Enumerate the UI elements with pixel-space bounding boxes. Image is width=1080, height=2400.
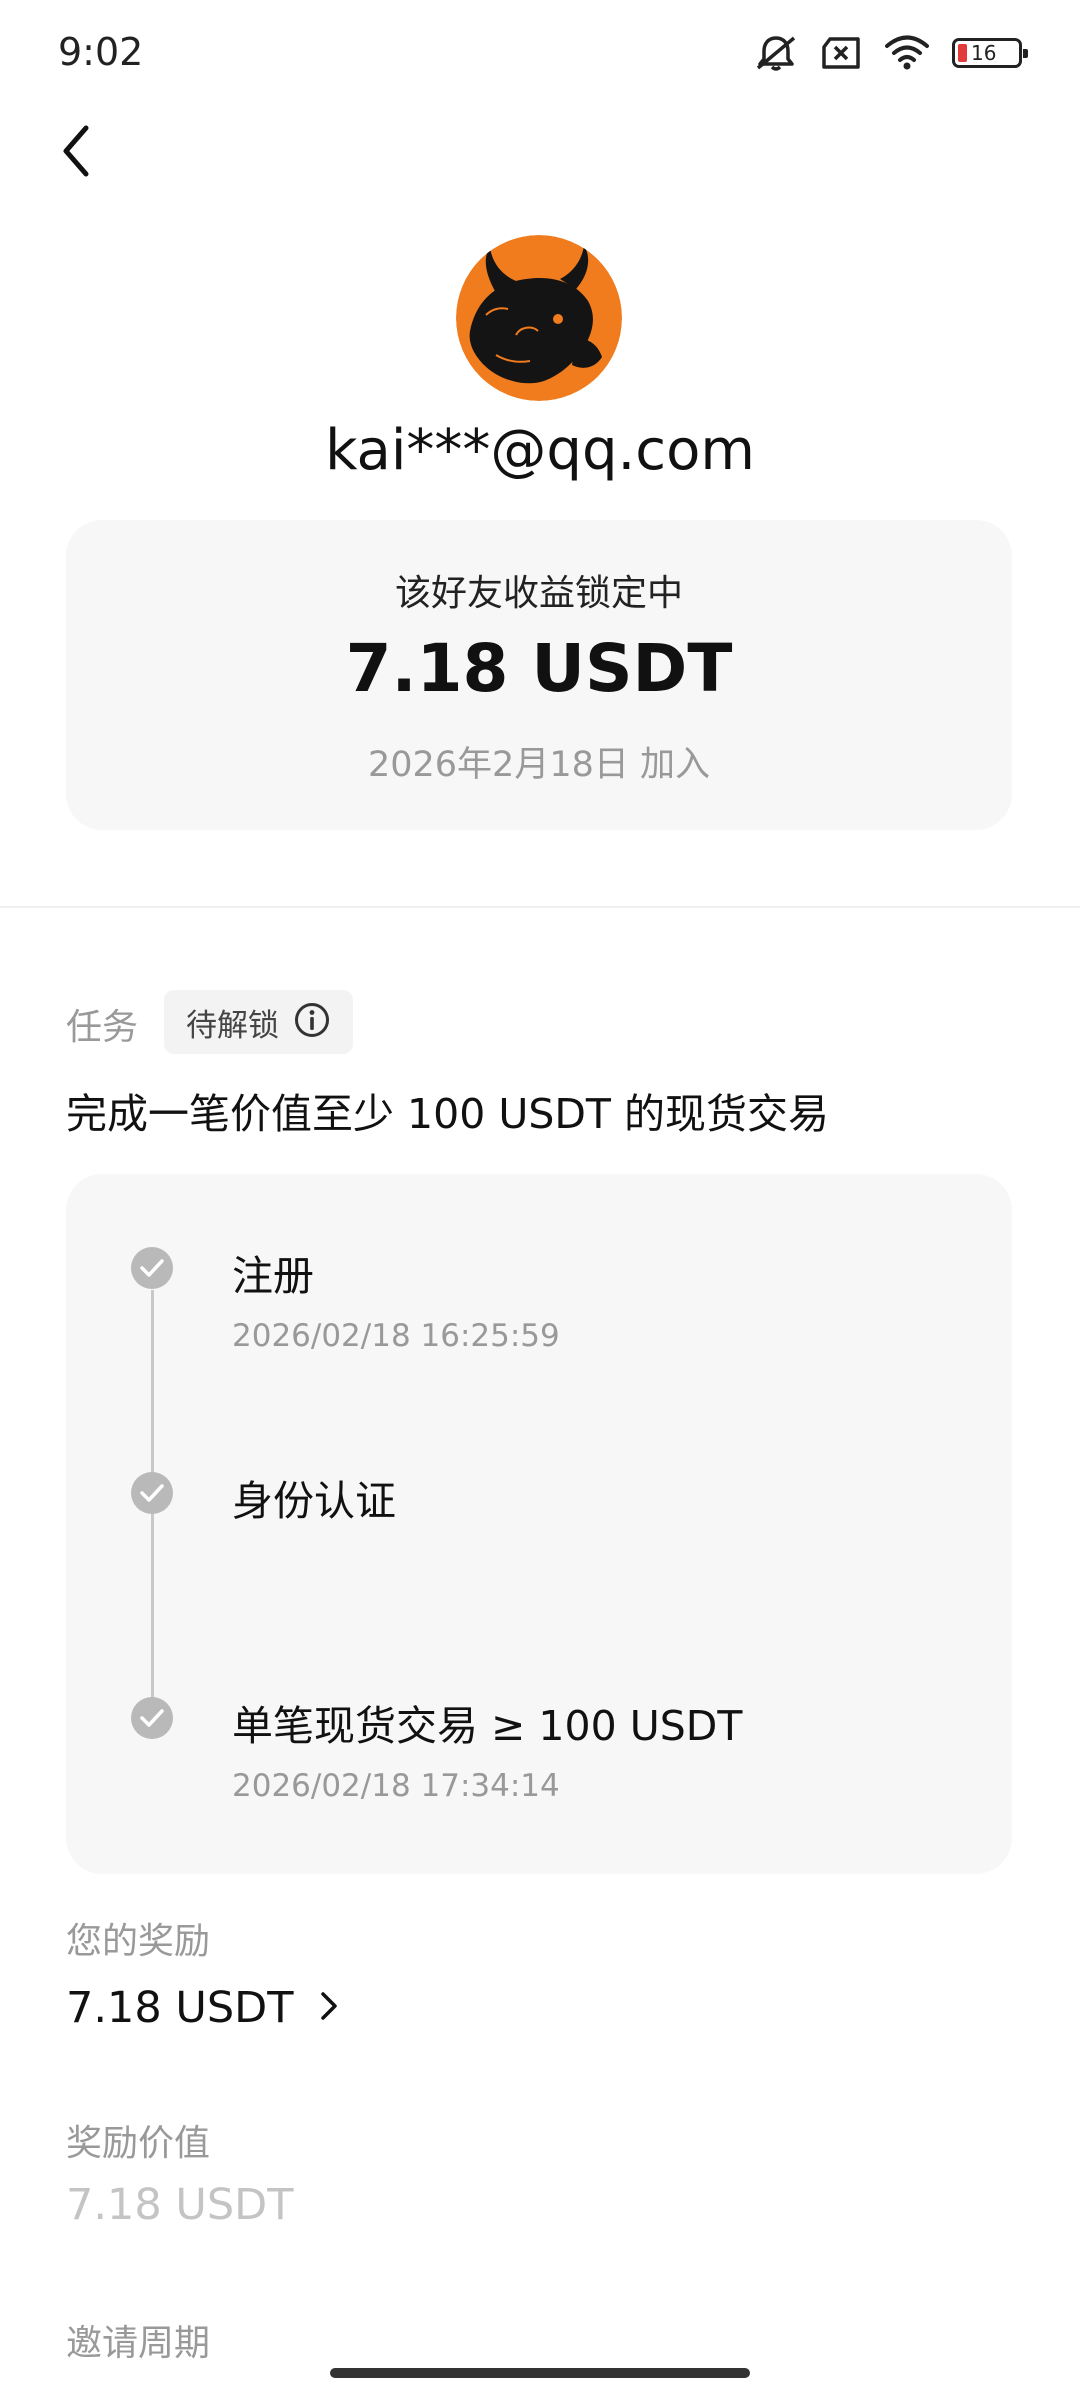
no-sim-icon: [820, 35, 862, 71]
task-label: 任务: [66, 1007, 139, 1048]
status-badge-text: 待解锁: [186, 1007, 279, 1044]
status-badge[interactable]: 待解锁: [164, 990, 353, 1054]
step-title-spot-trade: 单笔现货交易 ≥ 100 USDT: [232, 1702, 743, 1750]
battery-fill: [958, 44, 967, 62]
status-bar: 9:02 16: [0, 0, 1080, 110]
section-divider: [0, 906, 1080, 908]
step-title-identity: 身份认证: [232, 1477, 396, 1525]
reward-value-amount: 7.18 USDT: [66, 2180, 294, 2230]
check-icon: [131, 1472, 173, 1514]
mute-icon: [754, 34, 798, 72]
battery-level: 16: [971, 41, 997, 65]
reward-value-label: 奖励价值: [66, 2123, 211, 2164]
avatar: [456, 235, 622, 401]
earnings-locked-label: 该好友收益锁定中: [394, 573, 683, 614]
reward-label: 您的奖励: [66, 1921, 211, 1962]
check-icon: [131, 1247, 173, 1289]
check-icon: [131, 1697, 173, 1739]
back-button[interactable]: [60, 118, 120, 188]
wifi-icon: [884, 35, 930, 71]
reward-value: 7.18 USDT: [66, 1983, 294, 2033]
chevron-right-icon: [320, 1991, 338, 2025]
home-indicator[interactable]: [330, 2368, 750, 2378]
chevron-left-icon: [60, 124, 92, 182]
earnings-summary-card: 该好友收益锁定中 7.18 USDT 2026年2月18日 加入: [66, 520, 1012, 830]
info-icon[interactable]: [293, 1001, 331, 1043]
join-date: 2026年2月18日 加入: [367, 745, 710, 785]
battery-icon: 16: [952, 38, 1028, 68]
step-title-register: 注册: [232, 1252, 314, 1300]
reward-link[interactable]: 7.18 USDT: [66, 1976, 338, 2040]
status-time: 9:02: [58, 30, 144, 74]
status-icons: 16: [754, 34, 1028, 72]
friend-email: kai***@qq.com: [325, 418, 755, 483]
task-description: 完成一笔价值至少 100 USDT 的现货交易: [66, 1090, 830, 1138]
step-time-spot-trade: 2026/02/18 17:34:14: [232, 1768, 560, 1804]
invite-period-label: 邀请周期: [66, 2323, 211, 2364]
earnings-amount: 7.18 USDT: [345, 630, 733, 707]
step-time-register: 2026/02/18 16:25:59: [232, 1318, 560, 1354]
